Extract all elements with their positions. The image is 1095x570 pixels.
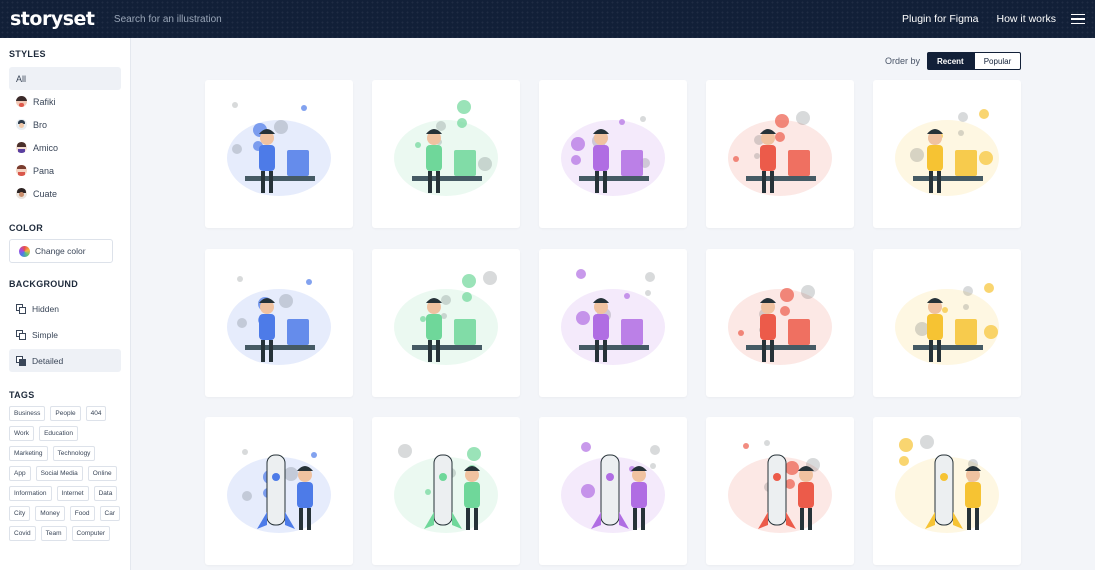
order-by-control: Order by Recent Popular <box>885 52 1022 70</box>
tag-technology[interactable]: Technology <box>52 446 96 461</box>
color-title: COLOR <box>9 223 43 233</box>
background-label: Detailed <box>32 355 64 366</box>
style-item-amico[interactable]: Amico <box>9 136 121 159</box>
tag-car[interactable]: Car <box>99 506 121 521</box>
lab-scientists-illustration <box>394 271 498 365</box>
style-item-cuate[interactable]: Cuate <box>9 182 121 205</box>
background-label: Hidden <box>32 303 59 314</box>
tag-social-media[interactable]: Social Media <box>35 466 83 481</box>
tag-business[interactable]: Business <box>9 406 46 421</box>
illustration-card-woman-studying-space[interactable] <box>205 80 353 228</box>
tag-work[interactable]: Work <box>9 426 35 441</box>
style-label: Amico <box>33 142 59 153</box>
tag-city[interactable]: City <box>9 506 31 521</box>
illustration-card-woman-microscope[interactable] <box>873 249 1021 397</box>
background-item-simple[interactable]: Simple <box>9 323 121 346</box>
hidden-background-icon <box>16 303 26 314</box>
background-item-hidden[interactable]: Hidden <box>9 297 121 320</box>
detailed-background-icon <box>16 355 26 366</box>
bro-avatar-icon <box>16 119 27 130</box>
pencil-creativity-illustration <box>728 111 832 196</box>
woman-with-giant-pencil-illustration <box>561 116 665 196</box>
illustration-card-man-with-pencil[interactable] <box>372 80 520 228</box>
cuate-avatar-icon <box>16 188 27 199</box>
scientists-petri-dish-illustration <box>561 269 665 365</box>
illustration-card-rockets-board[interactable] <box>539 417 687 565</box>
background-label: Simple <box>32 329 58 340</box>
tag-list: Business People 404 Work Education Marketing T… <box>9 406 121 541</box>
how-it-works-link[interactable]: How it works <box>988 13 1066 25</box>
illustration-card-shuttle-engineer[interactable] <box>873 417 1021 565</box>
styles-title: STYLES <box>9 49 46 59</box>
illustration-card-scientists-petri-dish[interactable] <box>539 249 687 397</box>
illustration-card-woman-with-giant-pencil[interactable] <box>539 80 687 228</box>
filter-sidebar: STYLES All Rafiki Bro Amico Pana Cuate C… <box>0 38 131 570</box>
simple-background-icon <box>16 329 26 340</box>
shuttle-engineer-illustration <box>895 435 999 533</box>
plugin-for-figma-link[interactable]: Plugin for Figma <box>893 13 987 25</box>
tag-app[interactable]: App <box>9 466 31 481</box>
illustration-card-scientist-microscope[interactable] <box>205 249 353 397</box>
tag-marketing[interactable]: Marketing <box>9 446 48 461</box>
style-label: Bro <box>33 119 48 130</box>
woman-microscope-illustration <box>895 283 999 365</box>
tag-404[interactable]: 404 <box>85 406 107 421</box>
order-by-label: Order by <box>885 56 921 66</box>
background-title: BACKGROUND <box>9 279 78 289</box>
tag-money[interactable]: Money <box>35 506 65 521</box>
illustration-card-man-drawing-ideas[interactable] <box>873 80 1021 228</box>
tag-people[interactable]: People <box>50 406 81 421</box>
background-item-detailed[interactable]: Detailed <box>9 349 121 372</box>
color-wheel-icon <box>19 245 30 257</box>
change-color-label: Change color <box>35 246 86 256</box>
tag-online[interactable]: Online <box>87 466 117 481</box>
rockets-board-illustration <box>561 442 665 533</box>
tag-data[interactable]: Data <box>93 486 118 501</box>
pana-avatar-icon <box>16 165 27 176</box>
illustration-card-rocket-launch[interactable] <box>205 417 353 565</box>
tag-computer[interactable]: Computer <box>71 526 111 541</box>
search-bar[interactable] <box>113 0 894 38</box>
search-input[interactable] <box>113 13 894 25</box>
order-recent-button[interactable]: Recent <box>927 52 974 70</box>
style-label: Pana <box>33 165 55 176</box>
style-item-pana[interactable]: Pana <box>9 159 121 182</box>
change-color-button[interactable]: Change color <box>9 239 113 263</box>
menu-icon[interactable] <box>1071 13 1085 25</box>
amico-avatar-icon <box>16 142 27 153</box>
style-label: Cuate <box>33 188 58 199</box>
man-with-pencil-illustration <box>394 100 498 196</box>
space-shuttle-illustration <box>728 440 832 533</box>
storyset-logo[interactable]: storyset <box>10 4 100 34</box>
man-dna-cells-illustration <box>728 285 832 365</box>
style-item-all[interactable]: All <box>9 67 121 90</box>
tag-education[interactable]: Education <box>39 426 78 441</box>
scientist-microscope-illustration <box>227 276 331 365</box>
style-item-rafiki[interactable]: Rafiki <box>9 90 121 113</box>
illustration-card-man-dna-cells[interactable] <box>706 249 854 397</box>
style-label: All <box>16 73 27 84</box>
rocket-launch-illustration <box>227 449 331 533</box>
tag-internet[interactable]: Internet <box>56 486 89 501</box>
woman-studying-space-illustration <box>227 102 331 196</box>
rafiki-avatar-icon <box>16 96 27 107</box>
illustration-card-rocket-screen[interactable] <box>372 417 520 565</box>
illustration-card-lab-scientists[interactable] <box>372 249 520 397</box>
style-label: Rafiki <box>33 96 56 107</box>
top-header: storyset Plugin for Figma How it works <box>0 0 1095 38</box>
tag-team[interactable]: Team <box>40 526 67 541</box>
logo-text: storyset <box>10 8 95 30</box>
tag-covid[interactable]: Covid <box>9 526 36 541</box>
order-popular-button[interactable]: Popular <box>973 52 1022 70</box>
man-drawing-ideas-illustration <box>895 109 999 196</box>
tags-title: TAGS <box>9 390 35 400</box>
rocket-screen-illustration <box>394 444 498 533</box>
illustration-card-pencil-creativity[interactable] <box>706 80 854 228</box>
illustration-card-space-shuttle[interactable] <box>706 417 854 565</box>
tag-food[interactable]: Food <box>69 506 95 521</box>
style-item-bro[interactable]: Bro <box>9 113 121 136</box>
tag-information[interactable]: Information <box>9 486 52 501</box>
